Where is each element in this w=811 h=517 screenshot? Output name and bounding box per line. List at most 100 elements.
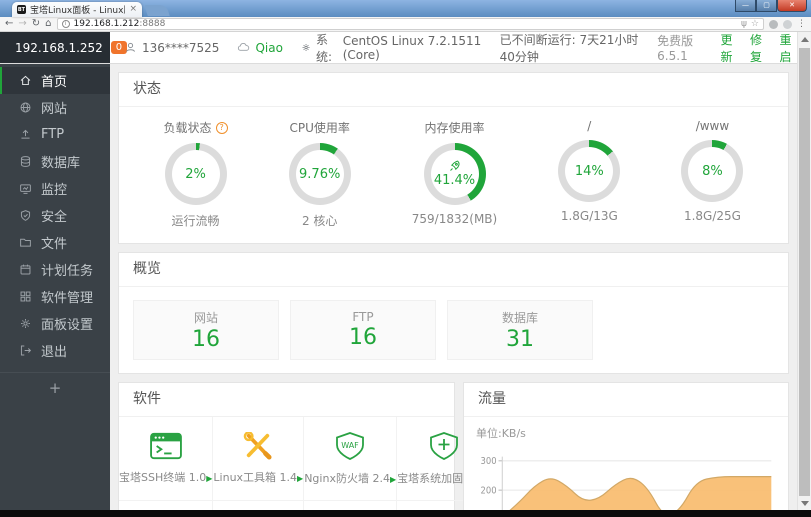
traffic-panel: 流量 单位:KB/s 100200300 <box>463 382 789 510</box>
play-icon: ▶ <box>389 475 397 484</box>
url-text[interactable]: 192.168.1.212:8888 <box>74 19 737 29</box>
sidebar-item-ftp[interactable]: FTP <box>0 121 110 148</box>
browser-menu-icon[interactable]: ⋮ <box>797 19 806 29</box>
repair-button[interactable]: 修复 <box>750 31 768 65</box>
gauge-load: 负载状态? 2% 运行流畅 <box>164 119 228 229</box>
main-content: 状态 负载状态? 2% 运行流畅 CPU使用率 9.76% 2 核心 内存使用率 <box>110 64 797 510</box>
browser-titlebar: BT 宝塔Linux面板 - Linux版 × — ▢ ✕ <box>0 0 811 17</box>
window-close-button[interactable]: ✕ <box>777 0 807 12</box>
terminal-icon <box>149 432 182 460</box>
sidebar-item-database[interactable]: 数据库 <box>0 148 110 175</box>
sidebar: 首页 网站 FTP 数据库 监控 安全 文件 计划任务 软件管理 面板设置 退出… <box>0 64 110 510</box>
traffic-chart: 100200300 <box>481 457 772 510</box>
shield-icon <box>20 210 31 221</box>
gauge-disk-www: /www 8% 1.8G/25G <box>681 119 744 229</box>
home-icon[interactable]: ⌂ <box>45 19 51 29</box>
rocket-icon <box>449 160 459 171</box>
sidebar-item-files[interactable]: 文件 <box>0 229 110 256</box>
grid-icon <box>20 291 31 302</box>
account-item[interactable]: 136****7525 <box>124 41 219 55</box>
system-value: CentOS Linux 7.2.1511 (Core) <box>342 33 482 62</box>
logout-icon <box>20 345 32 356</box>
sidebar-item-home[interactable]: 首页 <box>0 67 110 94</box>
panel-topbar: 192.168.1.252 0 136****7525 Qiao 系统: Cen… <box>0 32 811 64</box>
browser-window: BT 宝塔Linux面板 - Linux版 × — ▢ ✕ ← → ↻ ⌂ i … <box>0 0 811 517</box>
username: Qiao <box>255 40 283 55</box>
account-phone: 136****7525 <box>142 40 220 55</box>
browser-tab[interactable]: BT 宝塔Linux面板 - Linux版 × <box>12 2 142 17</box>
home-icon <box>20 75 31 86</box>
calendar-icon <box>20 264 31 275</box>
user-item[interactable]: Qiao <box>237 40 283 55</box>
uptime: 已不间断运行: 7天21小时40分钟 <box>499 32 639 64</box>
globe-icon <box>20 102 31 113</box>
monitor-icon <box>20 184 31 194</box>
play-icon: ▶ <box>206 474 213 483</box>
disk-www-ring: 8% <box>681 140 744 202</box>
sidebar-item-logout[interactable]: 退出 <box>0 337 110 364</box>
scroll-up-icon[interactable] <box>801 37 809 42</box>
back-icon[interactable]: ← <box>5 19 13 29</box>
software-item-partial[interactable] <box>119 501 214 510</box>
upload-icon <box>21 129 30 139</box>
sidebar-item-security[interactable]: 安全 <box>0 202 110 229</box>
address-bar[interactable]: i 192.168.1.212:8888 ψ ☆ <box>56 18 764 30</box>
folder-icon <box>20 238 31 247</box>
traffic-unit: 单位:KB/s <box>476 427 526 440</box>
system-label: 系统: <box>316 32 333 64</box>
update-button[interactable]: 更新 <box>720 31 738 65</box>
bookmark-star-icon[interactable]: ☆ <box>751 19 759 29</box>
gear-icon <box>21 319 30 328</box>
window-bottom-edge <box>0 510 811 517</box>
window-maximize-button[interactable]: ▢ <box>756 0 777 12</box>
extension-icon[interactable] <box>783 19 792 29</box>
waf-shield-icon: WAF <box>336 432 365 460</box>
panel-version: 免费版 6.5.1 <box>657 34 694 63</box>
svg-text:WAF: WAF <box>341 441 359 450</box>
sidebar-item-software[interactable]: 软件管理 <box>0 283 110 310</box>
restart-button[interactable]: 重启 <box>780 31 798 65</box>
page-info-icon[interactable]: i <box>61 20 70 28</box>
svg-text:200: 200 <box>481 486 497 497</box>
overview-box-website[interactable]: 网站 16 <box>133 300 279 360</box>
reload-icon[interactable]: ↻ <box>32 19 40 29</box>
window-minimize-button[interactable]: — <box>735 0 756 12</box>
software-item-partial[interactable] <box>213 501 305 510</box>
sidebar-item-monitor[interactable]: 监控 <box>0 175 110 202</box>
cloud-icon <box>238 43 250 51</box>
server-selector[interactable]: 192.168.1.252 0 <box>0 32 128 63</box>
software-item-linux-toolbox[interactable]: Linux工具箱 1.4▶ <box>213 417 305 501</box>
play-icon: ▶ <box>297 474 304 483</box>
svg-text:300: 300 <box>481 457 497 468</box>
scrollbar-thumb[interactable] <box>799 48 810 496</box>
cpu-ring: 9.76% <box>288 143 351 205</box>
sidebar-item-cron[interactable]: 计划任务 <box>0 256 110 283</box>
favicon: BT <box>17 5 26 14</box>
sidebar-add-button[interactable]: + <box>0 372 110 402</box>
disk-root-ring: 14% <box>558 140 621 202</box>
sidebar-item-settings[interactable]: 面板设置 <box>0 310 110 337</box>
sidebar-item-website[interactable]: 网站 <box>0 94 110 121</box>
gauge-disk-root: / 14% 1.8G/13G <box>558 119 621 229</box>
plugin-icon[interactable]: ψ <box>741 19 747 29</box>
overview-box-ftp[interactable]: FTP 16 <box>290 300 436 360</box>
overview-box-database[interactable]: 数据库 31 <box>447 300 593 360</box>
shield-plus-icon <box>429 432 458 460</box>
tab-title: 宝塔Linux面板 - Linux版 <box>30 6 126 16</box>
overview-title: 概览 <box>119 253 788 287</box>
gauge-memory: 内存使用率 41.4% 759/1832(MB) <box>411 121 498 226</box>
gauge-cpu: CPU使用率 9.76% 2 核心 <box>288 121 351 228</box>
traffic-title: 流量 <box>464 383 788 417</box>
status-panel: 状态 负载状态? 2% 运行流畅 CPU使用率 9.76% 2 核心 内存使用率 <box>118 72 789 244</box>
software-item-nginx-waf[interactable]: WAF Nginx防火墙 2.4▶ <box>304 417 398 501</box>
toolbox-icon <box>244 432 272 460</box>
scrollbar[interactable] <box>797 32 811 510</box>
forward-icon[interactable]: → <box>18 19 26 29</box>
extension-icon[interactable] <box>769 19 778 29</box>
software-item-ssh-terminal[interactable]: 宝塔SSH终端 1.0▶ <box>119 417 214 501</box>
help-icon[interactable]: ? <box>215 121 228 134</box>
scroll-down-icon[interactable] <box>801 501 809 506</box>
tab-close-icon[interactable]: × <box>129 5 137 14</box>
new-tab-button[interactable] <box>144 5 170 16</box>
software-panel: 软件 宝塔SSH终端 1.0▶ Linux工具箱 1.4▶ WAF Nginx防… <box>118 382 491 510</box>
